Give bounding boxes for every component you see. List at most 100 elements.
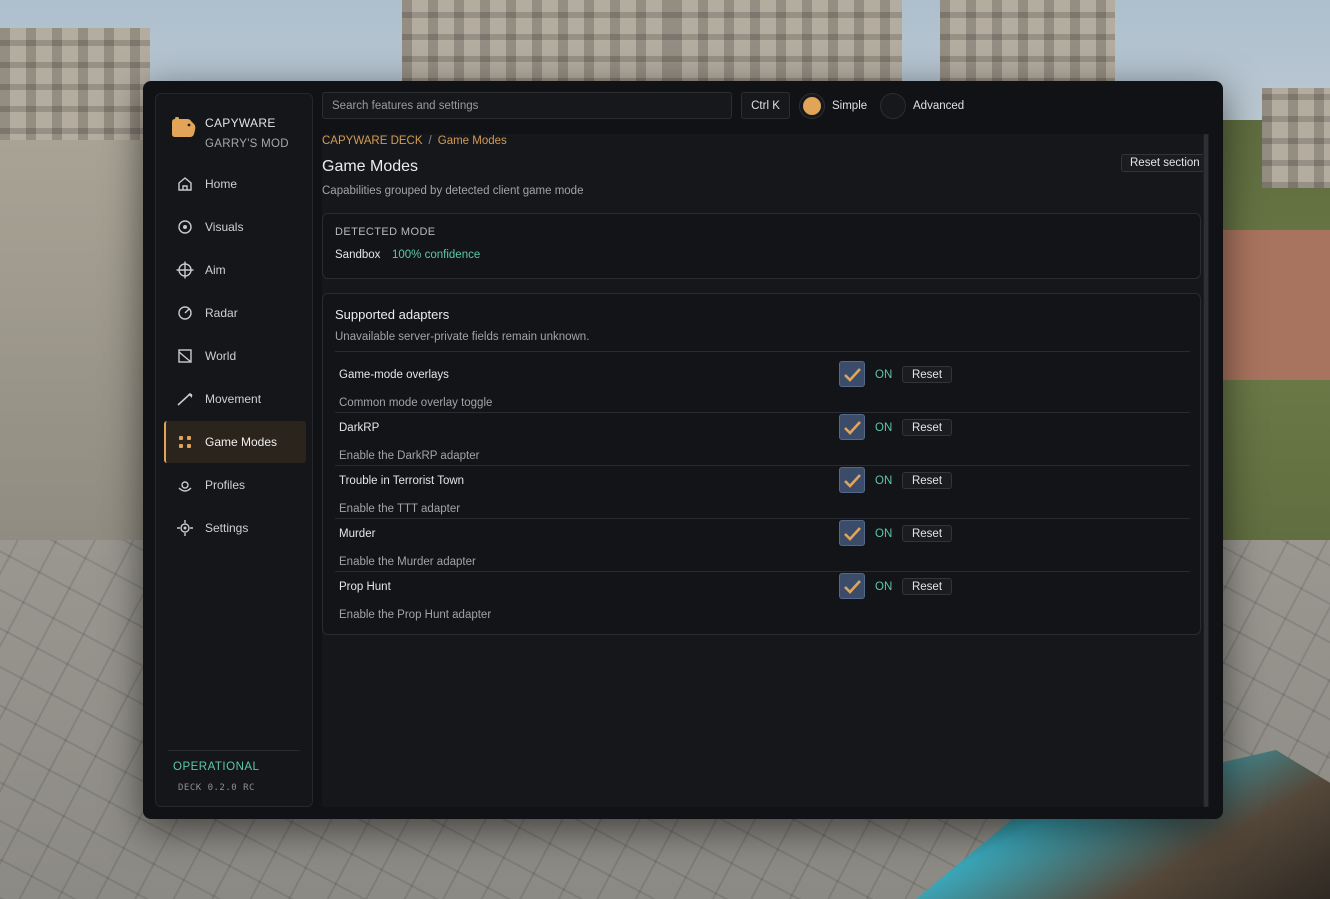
divider — [168, 750, 300, 751]
adapter-state: ON — [875, 475, 893, 487]
adapter-description: Enable the DarkRP adapter — [339, 450, 480, 462]
divider — [335, 518, 1190, 519]
movement-icon — [177, 392, 193, 406]
content-panel: CAPYWARE DECK / Game Modes Game Modes Capa… — [322, 134, 1203, 807]
mode-label: Advanced — [913, 99, 965, 112]
adapter-state: ON — [875, 369, 893, 381]
adapters-subtitle: Unavailable server-private fields remain… — [335, 331, 590, 343]
search-input[interactable] — [322, 92, 732, 119]
sidebar-item-world[interactable]: World — [164, 335, 306, 377]
building — [402, 0, 672, 84]
adapter-reset-button[interactable]: Reset — [902, 366, 952, 383]
page-subtitle: Capabilities grouped by detected client … — [322, 185, 584, 197]
building — [940, 0, 1115, 84]
adapter-reset-button[interactable]: Reset — [902, 472, 952, 489]
adapter-state: ON — [875, 528, 893, 540]
mode-option-simple[interactable]: Simple — [799, 92, 867, 119]
adapter-reset-button[interactable]: Reset — [902, 578, 952, 595]
eye-icon — [178, 220, 192, 234]
adapter-label: DarkRP — [339, 422, 380, 434]
confidence-badge: 100% confidence — [392, 249, 481, 261]
sidebar-item-settings[interactable]: Settings — [164, 507, 306, 549]
status-indicator: OPERATIONAL — [173, 761, 260, 773]
home-icon — [178, 177, 192, 191]
adapter-label: Murder — [339, 528, 376, 540]
adapters-title: Supported adapters — [335, 307, 450, 322]
adapter-checkbox[interactable] — [839, 467, 865, 493]
checkmark-icon — [844, 527, 861, 541]
checkmark-icon — [844, 421, 861, 435]
crosshair-icon — [176, 261, 194, 279]
wall — [1222, 230, 1330, 380]
mode-option-advanced[interactable]: Advanced — [880, 92, 964, 119]
building — [672, 0, 902, 84]
sidebar-item-movement[interactable]: Movement — [164, 378, 306, 420]
sidebar-item-label: Aim — [205, 263, 226, 277]
capybara-logo-icon — [172, 117, 196, 137]
world-icon — [178, 349, 192, 363]
sidebar-item-label: World — [205, 349, 237, 363]
adapter-label: Trouble in Terrorist Town — [339, 475, 465, 487]
reset-section-button[interactable]: Reset section — [1121, 154, 1203, 172]
radio-button[interactable] — [799, 92, 825, 119]
adapter-checkbox[interactable] — [839, 361, 865, 387]
sidebar-item-label: Home — [205, 177, 238, 191]
capyware-window: CAPYWARE GARRY'S MOD Home Visuals Aim Ra… — [143, 81, 1223, 819]
adapter-reset-button[interactable]: Reset — [902, 525, 952, 542]
sidebar-item-radar[interactable]: Radar — [164, 292, 306, 334]
radio-dot — [803, 96, 821, 115]
shortcut-hint: Ctrl K — [741, 92, 790, 119]
adapter-label: Game-mode overlays — [339, 369, 449, 381]
adapter-reset-button[interactable]: Reset — [902, 419, 952, 436]
radio-button[interactable] — [880, 92, 906, 119]
gear-icon — [177, 520, 193, 536]
detected-mode-label: DETECTED MODE — [335, 226, 436, 238]
brand: CAPYWARE GARRY'S MOD — [168, 104, 302, 160]
sidebar-item-label: Visuals — [205, 220, 244, 234]
scrollbar[interactable] — [1203, 134, 1209, 807]
sidebar-item-visuals[interactable]: Visuals — [164, 206, 306, 248]
adapter-description: Enable the TTT adapter — [339, 503, 461, 515]
scrollbar-thumb[interactable] — [1204, 134, 1208, 807]
adapter-checkbox[interactable] — [839, 520, 865, 546]
page-title: Game Modes — [322, 158, 419, 175]
adapter-description: Enable the Murder adapter — [339, 556, 476, 568]
adapter-state: ON — [875, 422, 893, 434]
sidebar-item-game-modes[interactable]: Game Modes — [164, 421, 306, 463]
brand-subtitle: GARRY'S MOD — [205, 138, 289, 150]
sidebar-item-label: Movement — [205, 392, 262, 406]
checkmark-icon — [844, 368, 861, 382]
version-label: DECK 0.2.0 RC — [178, 783, 255, 793]
sidebar: CAPYWARE GARRY'S MOD Home Visuals Aim Ra… — [155, 93, 313, 807]
sidebar-item-profiles[interactable]: Profiles — [164, 464, 306, 506]
adapter-state: ON — [875, 581, 893, 593]
breadcrumb: CAPYWARE DECK / Game Modes — [322, 135, 507, 147]
adapter-checkbox[interactable] — [839, 573, 865, 599]
divider — [335, 571, 1190, 572]
wall — [0, 140, 150, 560]
brand-name: CAPYWARE — [205, 116, 276, 130]
radar-icon — [178, 306, 192, 320]
divider — [335, 412, 1190, 413]
building — [1262, 88, 1330, 188]
checkmark-icon — [844, 474, 861, 488]
adapter-description: Common mode overlay toggle — [339, 397, 493, 409]
adapter-description: Enable the Prop Hunt adapter — [339, 609, 492, 621]
grid-icon — [179, 436, 191, 448]
sidebar-item-label: Profiles — [205, 478, 246, 492]
sidebar-item-label: Game Modes — [205, 435, 278, 449]
breadcrumb-separator: / — [428, 135, 432, 147]
adapter-label: Prop Hunt — [339, 581, 391, 593]
adapters-card: Supported adapters Unavailable server-pr… — [322, 293, 1201, 635]
adapter-checkbox[interactable] — [839, 414, 865, 440]
sidebar-item-label: Radar — [205, 306, 238, 320]
breadcrumb-current: Game Modes — [437, 135, 507, 147]
sidebar-item-home[interactable]: Home — [164, 163, 306, 205]
sidebar-item-label: Settings — [205, 521, 249, 535]
mode-label: Simple — [832, 99, 868, 112]
profile-icon — [178, 481, 192, 492]
breadcrumb-root[interactable]: CAPYWARE DECK — [322, 135, 423, 147]
detected-mode-value: Sandbox — [335, 249, 381, 261]
sidebar-item-aim[interactable]: Aim — [164, 249, 306, 291]
detected-mode-card: DETECTED MODE Sandbox 100% confidence — [322, 213, 1201, 279]
